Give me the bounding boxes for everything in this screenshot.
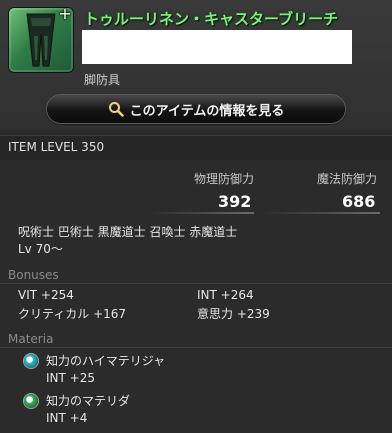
physical-defense-value: 392 [218,192,252,211]
materia-stat-2: INT +4 [46,411,88,425]
materia-name-1: 知力のハイマテリジャ [46,354,166,368]
item-name: トゥルーリネン・キャスターブリーチ [84,10,339,28]
item-level-bar: ITEM LEVEL 350 [0,135,392,160]
plus-icon[interactable]: + [58,6,72,22]
level-requirement: Lv 70～ [18,242,63,256]
item-level-text: ITEM LEVEL 350 [8,140,105,154]
materia-name-2: 知力のマテリダ [46,394,131,408]
physical-defense-divider [150,212,254,214]
magic-defense-value: 686 [342,192,376,211]
materia-heading: Materia [8,332,54,346]
magic-defense-label: 魔法防御力 [317,172,378,186]
materia-orb-icon [24,354,38,368]
physical-defense-label: 物理防御力 [194,172,255,186]
bonuses-heading: Bonuses [8,268,59,282]
bonus-mind: 意思力 +239 [197,307,270,321]
magic-defense-divider [262,212,380,214]
view-item-info-button[interactable]: このアイテムの情報を見る [47,95,345,123]
redacted-area [82,30,352,64]
materia-stat-1: INT +25 [46,371,95,385]
materia-divider [0,347,392,348]
bonus-vit: VIT +254 [18,288,74,302]
magnifier-icon [108,102,124,117]
bonus-critical: クリティカル +167 [18,307,127,321]
job-list: 呪術士 巴術士 黒魔道士 召喚士 赤魔道士 [18,225,238,239]
view-item-info-label: このアイテムの情報を見る [129,103,285,119]
materia-orb-icon [24,394,38,408]
bonus-int: INT +264 [197,288,254,302]
bonuses-divider [0,283,392,284]
item-category: 脚防具 [84,73,121,87]
